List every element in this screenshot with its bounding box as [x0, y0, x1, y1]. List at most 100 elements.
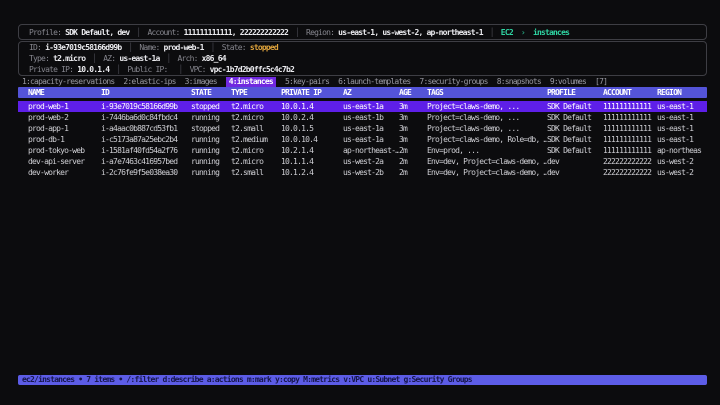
- column-header-type: TYPE: [231, 87, 281, 98]
- shortcut-mark: m:mark: [247, 375, 271, 384]
- cell-az: us-east-1a: [343, 134, 399, 145]
- cell-name: prod-tokyo-web: [28, 145, 101, 156]
- cell-age: 3m: [399, 123, 427, 134]
- cell-type: t2.small: [231, 167, 281, 178]
- tab-capacity-reservations[interactable]: 1:capacity-reservations: [22, 77, 114, 87]
- table-body: prod-web-1i-93e7019c58166d99bstoppedt2.m…: [18, 101, 707, 178]
- cell-region: us-east-1: [657, 134, 707, 145]
- detail-state-value: stopped: [250, 43, 278, 52]
- cell-az: ap-northeast-…: [343, 145, 399, 156]
- cell-region: us-east-1: [657, 123, 707, 134]
- cell-account: 111111111111: [603, 101, 657, 112]
- table-row[interactable]: prod-web-2i-7446ba6d0c84fbdc4runningt2.m…: [18, 112, 707, 123]
- cell-id: i-2c76fe9f5e038ea30: [101, 167, 191, 178]
- table-row[interactable]: prod-web-1i-93e7019c58166d99bstoppedt2.m…: [18, 101, 707, 112]
- cell-type: t2.micro: [231, 145, 281, 156]
- cell-tags: Project=claws-demo, ...: [427, 112, 547, 123]
- tab-images[interactable]: 3:images: [185, 77, 217, 87]
- cell-tags: Project=claws-demo, Role=db, …: [427, 134, 547, 145]
- cell-az: us-east-1a: [343, 101, 399, 112]
- shortcut-security-groups: g:Security Groups: [403, 375, 471, 384]
- cell-region: us-west-2: [657, 156, 707, 167]
- cell-az: us-west-2b: [343, 167, 399, 178]
- context-bar: Profile: SDK Default, dev │ Account:1111111…: [18, 24, 707, 40]
- cell-region: ap-northeas: [657, 145, 707, 156]
- column-header-account: ACCOUNT: [603, 87, 657, 98]
- cell-name: prod-app-1: [28, 123, 101, 134]
- cell-tags: Env=dev, Project=claws-demo, …: [427, 167, 547, 178]
- column-header-name: NAME: [28, 87, 101, 98]
- instance-detail-panel: ID:i-93e7019c58166d99b│Name:prod-web-1│S…: [18, 41, 707, 76]
- tab-security-groups[interactable]: 7:security-groups: [419, 77, 487, 87]
- cell-account: 222222222222: [603, 156, 657, 167]
- detail-public-ip-label: Public IP:: [127, 65, 167, 74]
- cell-profile: dev: [547, 156, 603, 167]
- cell-name: dev-worker: [28, 167, 101, 178]
- cell-region: us-east-1: [657, 112, 707, 123]
- cell-tags: Env=prod, ...: [427, 145, 547, 156]
- terminal-screen: Profile: SDK Default, dev │ Account:1111111…: [0, 0, 720, 405]
- detail-private-ip-label: Private IP:: [29, 65, 73, 74]
- status-bar: ec2/instances•7 items•/:filterd:describe…: [18, 375, 707, 385]
- tab-launch-templates[interactable]: 6:launch-templates: [338, 77, 410, 87]
- detail-vpc-value: vpc-1b7d2b0ffc5c4c7b2: [210, 65, 294, 74]
- cell-account: 111111111111: [603, 112, 657, 123]
- detail-arch-label: Arch:: [178, 54, 198, 63]
- cell-private-ip: 10.0.1.4: [281, 101, 343, 112]
- table-row[interactable]: prod-db-1i-c5173a87a25ebc2b4runningt2.me…: [18, 134, 707, 145]
- table-row[interactable]: prod-app-1i-a4aac0b887cd53fb1stoppedt2.s…: [18, 123, 707, 134]
- cell-state: running: [191, 112, 231, 123]
- separator: │: [116, 65, 120, 74]
- tab-snapshots[interactable]: 8:snapshots: [497, 77, 541, 87]
- cell-tags: Project=claws-demo, ...: [427, 123, 547, 134]
- table-row[interactable]: dev-api-serveri-a7e7463c416957bedrunning…: [18, 156, 707, 167]
- tab-volumes[interactable]: 9:volumes: [550, 77, 586, 87]
- cell-account: 111111111111: [603, 145, 657, 156]
- detail-state-label: State:: [222, 43, 246, 52]
- cell-state: running: [191, 145, 231, 156]
- cell-age: 3m: [399, 134, 427, 145]
- cell-profile: SDK Default: [547, 101, 603, 112]
- column-header-tags: TAGS: [427, 87, 547, 98]
- cell-private-ip: 10.2.1.4: [281, 145, 343, 156]
- tab-instances[interactable]: 4:instances: [226, 77, 276, 87]
- shortcut-filter: /:filter: [126, 375, 158, 384]
- tab-key-pairs[interactable]: 5:key-pairs: [285, 77, 329, 87]
- profile-value: SDK Default, dev: [65, 28, 129, 37]
- cell-private-ip: 10.1.1.4: [281, 156, 343, 167]
- cell-id: i-1581af40fd54a2f76: [101, 145, 191, 156]
- cell-age: 2m: [399, 145, 427, 156]
- cell-type: t2.micro: [231, 101, 281, 112]
- detail-line-3: Private IP:10.0.1.4│Public IP:│VPC:vpc-1…: [29, 64, 696, 75]
- cell-age: 3m: [399, 112, 427, 123]
- cell-region: us-west-2: [657, 167, 707, 178]
- detail-name-value: prod-web-1: [164, 43, 204, 52]
- separator: │: [128, 43, 132, 52]
- separator: │: [211, 43, 215, 52]
- tab-elastic-ips[interactable]: 2:elastic-ips: [123, 77, 175, 87]
- cell-state: stopped: [191, 101, 231, 112]
- tab-bar: 1:capacity-reservations 2:elastic-ips 3:im…: [18, 77, 707, 87]
- table-row[interactable]: dev-workeri-2c76fe9f5e038ea30runningt2.s…: [18, 167, 707, 178]
- separator: │: [136, 28, 140, 37]
- detail-name-label: Name:: [139, 43, 159, 52]
- status-context: ec2/instances: [22, 375, 74, 384]
- status-item-count: 7 items: [86, 375, 114, 384]
- shortcut-copy: y:copy: [275, 375, 299, 384]
- detail-az-label: AZ:: [103, 54, 115, 63]
- shortcut-subnet: u:Subnet: [367, 375, 399, 384]
- table-row[interactable]: prod-tokyo-webi-1581af40fd54a2f76running…: [18, 145, 707, 156]
- profile-label: Profile:: [29, 28, 61, 37]
- profile-info: Profile: SDK Default, dev: [29, 28, 129, 37]
- cell-profile: SDK Default: [547, 134, 603, 145]
- detail-id-label: ID:: [29, 43, 41, 52]
- cell-age: 2m: [399, 167, 427, 178]
- account-info: Account:111111111111, 222222222222: [147, 28, 288, 37]
- cell-name: prod-db-1: [28, 134, 101, 145]
- breadcrumb-resource: instances: [533, 28, 569, 37]
- cell-state: stopped: [191, 123, 231, 134]
- cell-profile: dev: [547, 167, 603, 178]
- cell-tags: Project=claws-demo, ...: [427, 101, 547, 112]
- tab-count-suffix: [7]: [595, 77, 607, 86]
- detail-type-value: t2.micro: [53, 54, 85, 63]
